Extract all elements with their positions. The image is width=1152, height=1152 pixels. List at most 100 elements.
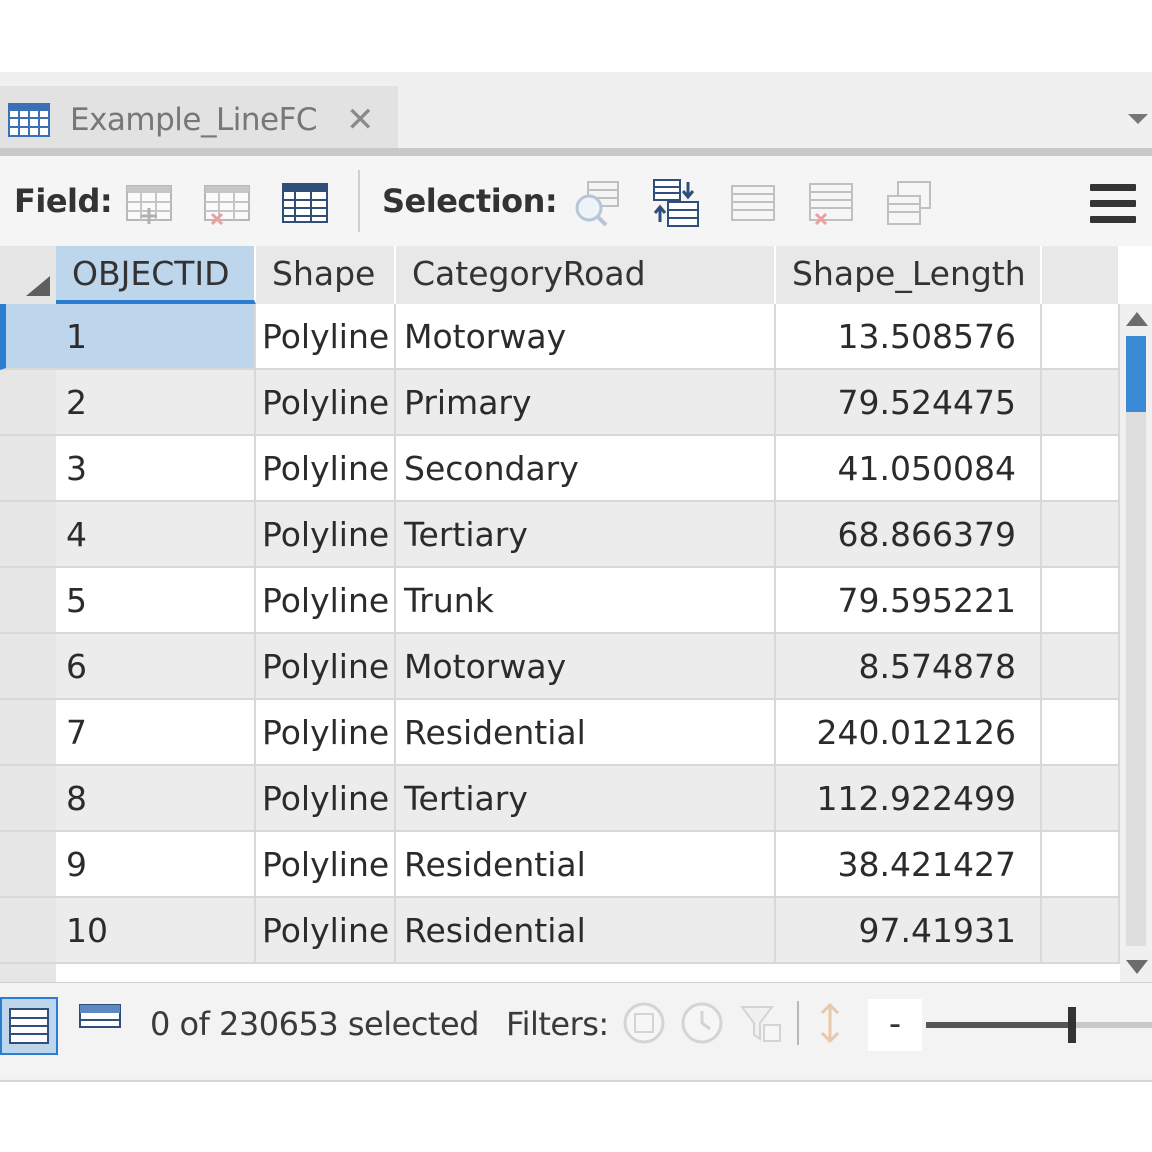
table-row[interactable]: 5 Polyline Trunk 79.595221: [0, 568, 1120, 634]
chevron-down-icon[interactable]: [1128, 114, 1148, 124]
cell-categoryroad[interactable]: Trunk: [396, 568, 776, 634]
cell-objectid[interactable]: 6: [56, 634, 256, 700]
filter-scale-icon[interactable]: [808, 1001, 852, 1045]
cell-categoryroad[interactable]: Residential: [396, 898, 776, 964]
cell-shape-length[interactable]: 112.922499: [776, 766, 1042, 832]
cell-shape[interactable]: Polyline: [256, 832, 396, 898]
cell-categoryroad[interactable]: Motorway: [396, 304, 776, 370]
cell-empty[interactable]: [1042, 568, 1120, 634]
column-header-categoryroad[interactable]: CategoryRoad: [396, 246, 776, 304]
tab-example-linefc[interactable]: Example_LineFC ✕: [0, 86, 398, 154]
add-field-icon[interactable]: [124, 178, 174, 228]
vertical-scrollbar[interactable]: [1120, 304, 1152, 982]
copy-selection-icon[interactable]: [884, 178, 934, 228]
cell-shape-length[interactable]: 97.41931: [776, 898, 1042, 964]
scroll-up-icon[interactable]: [1126, 312, 1148, 326]
cell-shape[interactable]: Polyline: [256, 436, 396, 502]
cell-empty[interactable]: [1042, 832, 1120, 898]
filter-time-icon[interactable]: [680, 1001, 724, 1045]
table-row[interactable]: 9 Polyline Residential 38.421427: [0, 832, 1120, 898]
cell-empty[interactable]: [1042, 370, 1120, 436]
row-header[interactable]: [0, 436, 56, 502]
cell-empty[interactable]: [1042, 502, 1120, 568]
cell-shape-length[interactable]: 79.595221: [776, 568, 1042, 634]
row-header[interactable]: [0, 502, 56, 568]
cell-categoryroad[interactable]: Tertiary: [396, 502, 776, 568]
cell-shape[interactable]: Polyline: [256, 370, 396, 436]
cell-shape-length[interactable]: 8.574878: [776, 634, 1042, 700]
table-row[interactable]: 3 Polyline Secondary 41.050084: [0, 436, 1120, 502]
cell-shape[interactable]: Polyline: [256, 634, 396, 700]
cell-objectid[interactable]: 10: [56, 898, 256, 964]
row-header[interactable]: [0, 304, 56, 370]
column-header-shape-length[interactable]: Shape_Length: [776, 246, 1042, 304]
cell-shape-length[interactable]: 240.012126: [776, 700, 1042, 766]
cell-categoryroad[interactable]: Tertiary: [396, 766, 776, 832]
cell-categoryroad[interactable]: Secondary: [396, 436, 776, 502]
table-row[interactable]: 7 Polyline Residential 240.012126: [0, 700, 1120, 766]
row-header[interactable]: [0, 898, 56, 964]
show-all-records-button[interactable]: [0, 997, 58, 1055]
row-header[interactable]: [0, 568, 56, 634]
column-header-objectid[interactable]: OBJECTID: [56, 246, 256, 304]
cell-shape-length[interactable]: 41.050084: [776, 436, 1042, 502]
cell-empty[interactable]: [1042, 700, 1120, 766]
row-header[interactable]: [0, 832, 56, 898]
cell-shape-length[interactable]: 13.508576: [776, 304, 1042, 370]
cell-objectid[interactable]: 9: [56, 832, 256, 898]
select-all-corner-icon[interactable]: [26, 276, 50, 296]
scroll-track[interactable]: [1126, 336, 1146, 946]
cell-objectid[interactable]: 5: [56, 568, 256, 634]
cell-shape[interactable]: Polyline: [256, 502, 396, 568]
switch-selection-icon[interactable]: [650, 178, 700, 228]
cell-shape-length[interactable]: 68.866379: [776, 502, 1042, 568]
table-row[interactable]: 6 Polyline Motorway 8.574878: [0, 634, 1120, 700]
cell-categoryroad[interactable]: Residential: [396, 700, 776, 766]
cell-shape-length[interactable]: 38.421427: [776, 832, 1042, 898]
cell-objectid[interactable]: 3: [56, 436, 256, 502]
table-row[interactable]: 8 Polyline Tertiary 112.922499: [0, 766, 1120, 832]
cell-objectid[interactable]: 2: [56, 370, 256, 436]
clear-selection-icon[interactable]: [806, 178, 856, 228]
cell-objectid[interactable]: 1: [56, 304, 256, 370]
filter-definition-query-icon[interactable]: [738, 1001, 782, 1045]
cell-empty[interactable]: [1042, 436, 1120, 502]
row-header[interactable]: [0, 700, 56, 766]
cell-categoryroad[interactable]: Motorway: [396, 634, 776, 700]
cell-shape[interactable]: Polyline: [256, 766, 396, 832]
cell-empty[interactable]: [1042, 898, 1120, 964]
table-row[interactable]: 2 Polyline Primary 79.524475: [0, 370, 1120, 436]
cell-objectid[interactable]: 7: [56, 700, 256, 766]
table-row[interactable]: 4 Polyline Tertiary 68.866379: [0, 502, 1120, 568]
row-header[interactable]: [0, 370, 56, 436]
cell-empty[interactable]: [1042, 304, 1120, 370]
show-selected-records-button[interactable]: [74, 997, 132, 1055]
row-header[interactable]: [0, 634, 56, 700]
menu-icon[interactable]: [1090, 184, 1136, 224]
scroll-thumb[interactable]: [1126, 336, 1146, 412]
cell-shape-length[interactable]: 79.524475: [776, 370, 1042, 436]
cell-shape[interactable]: Polyline: [256, 568, 396, 634]
table-row[interactable]: 1 Polyline Motorway 13.508576: [0, 304, 1120, 370]
column-header-shape[interactable]: Shape: [256, 246, 396, 304]
close-icon[interactable]: ✕: [346, 100, 375, 140]
zoom-out-button[interactable]: -: [868, 999, 922, 1051]
cell-objectid[interactable]: 8: [56, 766, 256, 832]
cell-objectid[interactable]: 4: [56, 502, 256, 568]
cell-shape[interactable]: Polyline: [256, 898, 396, 964]
zoom-slider-thumb[interactable]: [1068, 1007, 1076, 1043]
table-row[interactable]: 10 Polyline Residential 97.41931: [0, 898, 1120, 964]
delete-field-icon[interactable]: [202, 178, 252, 228]
select-all-icon[interactable]: [728, 178, 778, 228]
cell-categoryroad[interactable]: Residential: [396, 832, 776, 898]
cell-shape[interactable]: Polyline: [256, 700, 396, 766]
cell-empty[interactable]: [1042, 766, 1120, 832]
cell-empty[interactable]: [1042, 634, 1120, 700]
calculate-field-icon[interactable]: [280, 178, 330, 228]
cell-categoryroad[interactable]: Primary: [396, 370, 776, 436]
zoom-to-selection-icon[interactable]: [572, 178, 622, 228]
cell-shape[interactable]: Polyline: [256, 304, 396, 370]
filter-extent-icon[interactable]: [622, 1001, 666, 1045]
scroll-down-icon[interactable]: [1126, 960, 1148, 974]
row-header[interactable]: [0, 766, 56, 832]
